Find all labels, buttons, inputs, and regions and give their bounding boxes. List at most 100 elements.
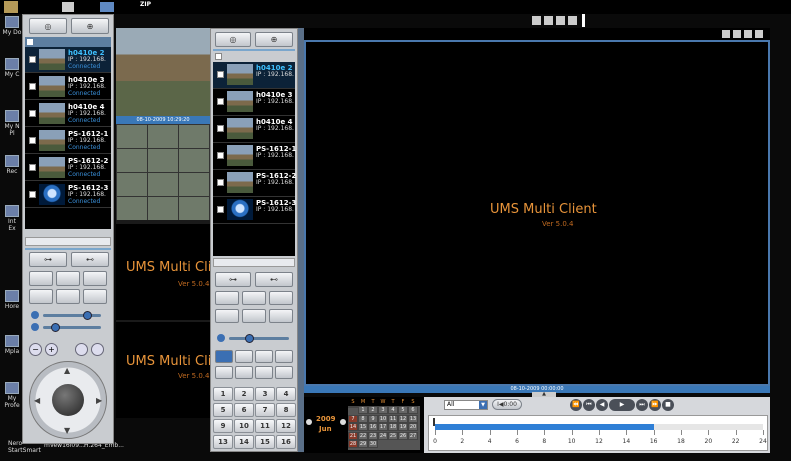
- zoom-in-button[interactable]: +: [45, 343, 58, 356]
- fast-forward-icon[interactable]: ⏩: [649, 399, 661, 411]
- list-item[interactable]: h0410e 3 IP : 192.168.: [213, 89, 295, 116]
- top-icon-2[interactable]: [62, 2, 74, 12]
- next-tool-button[interactable]: [269, 309, 293, 323]
- list-item[interactable]: h0410e 2 IP : 192.168.: [213, 62, 295, 89]
- channel-16-button[interactable]: 16: [276, 435, 296, 449]
- calendar-day[interactable]: 9: [368, 414, 378, 423]
- list-item[interactable]: h0410e 4 IP : 192.168.: [213, 116, 295, 143]
- checkbox[interactable]: [29, 137, 36, 144]
- zip-icon[interactable]: ZIP: [140, 1, 151, 8]
- disconnect-button[interactable]: ⊷: [71, 252, 109, 267]
- horizontal-scrollbar[interactable]: [213, 258, 295, 267]
- layout-10-button[interactable]: [255, 366, 273, 379]
- checkbox[interactable]: [217, 125, 224, 132]
- calendar-day[interactable]: 15: [358, 423, 368, 431]
- focus-near-button[interactable]: [75, 343, 88, 356]
- step-forward-icon[interactable]: ⏭: [636, 399, 648, 411]
- calendar-day[interactable]: 21: [348, 431, 358, 440]
- checkbox[interactable]: [217, 152, 224, 159]
- channel-13-button[interactable]: 13: [213, 435, 233, 449]
- calendar-day[interactable]: 2: [368, 406, 378, 414]
- ptz-joystick[interactable]: ▲ ▼ ◀ ▶: [29, 361, 107, 439]
- calendar-day[interactable]: 1: [358, 406, 368, 414]
- play-icon[interactable]: ▶: [609, 399, 635, 411]
- calendar-day[interactable]: 3: [378, 406, 388, 414]
- live-view-multi-grid[interactable]: [116, 124, 210, 220]
- checkbox[interactable]: [29, 191, 36, 198]
- volume-slider-handle[interactable]: [245, 334, 254, 343]
- prev-year-button[interactable]: [306, 419, 312, 425]
- brightness-slider[interactable]: [43, 314, 101, 317]
- record-tool-button[interactable]: [215, 291, 239, 305]
- list-item[interactable]: h0410e 2 IP : 192.168. Connected: [25, 47, 111, 73]
- layout-1-button[interactable]: [215, 350, 233, 363]
- list-item[interactable]: PS-1612-2 IP : 192.168.: [213, 170, 296, 197]
- horizontal-scrollbar[interactable]: [25, 237, 111, 246]
- desktop-icon-my-documents[interactable]: My Do: [2, 16, 22, 36]
- connect-button[interactable]: ⊶: [215, 272, 251, 287]
- live-view-tile-1[interactable]: UMS Multi Clie Ver 5.0.4: [116, 224, 219, 320]
- play-tool-button[interactable]: [242, 309, 266, 323]
- desktop-icon-profile[interactable]: My Profe: [2, 382, 22, 409]
- record-tool-button[interactable]: [29, 271, 53, 286]
- calendar-day[interactable]: 24: [378, 431, 388, 440]
- calendar-day[interactable]: 7: [348, 414, 358, 423]
- calendar-day[interactable]: 5: [398, 406, 408, 414]
- channel-3-button[interactable]: 3: [255, 387, 275, 401]
- desktop-icon-internet-explorer[interactable]: Int Ex: [2, 205, 22, 232]
- channel-6-button[interactable]: 6: [234, 403, 254, 417]
- calendar-day[interactable]: 23: [368, 431, 378, 440]
- layout-16-button[interactable]: [275, 350, 293, 363]
- connect-button[interactable]: ⊶: [29, 252, 67, 267]
- layout-9-button[interactable]: [255, 350, 273, 363]
- disconnect-button[interactable]: ⊷: [255, 272, 293, 287]
- channel-4-button[interactable]: 4: [276, 387, 296, 401]
- checkbox[interactable]: [217, 179, 224, 186]
- checkbox[interactable]: [217, 206, 224, 213]
- channel-8-button[interactable]: 8: [276, 403, 296, 417]
- channel-15-button[interactable]: 15: [255, 435, 275, 449]
- next-tool-button[interactable]: [83, 289, 107, 304]
- list-item[interactable]: PS-1612-1 IP : 192.168.: [213, 143, 296, 170]
- calendar-day[interactable]: 26: [398, 431, 408, 440]
- search-button[interactable]: ⊕: [255, 32, 293, 47]
- calendar-day[interactable]: 12: [398, 414, 408, 423]
- list-item[interactable]: PS-1612-3 IP : 192.168.: [213, 197, 296, 224]
- channel-5-button[interactable]: 5: [213, 403, 233, 417]
- list-item[interactable]: h0410e 4 IP : 192.168. Connected: [25, 101, 111, 127]
- main-video-view[interactable]: UMS Multi Client Ver 5.0.4: [304, 40, 770, 386]
- home-button[interactable]: ◎: [215, 32, 251, 47]
- calendar-day[interactable]: 6: [408, 406, 418, 414]
- layout-tool-button[interactable]: [269, 291, 293, 305]
- zoom-tool-button[interactable]: [242, 291, 266, 305]
- channel-12-button[interactable]: 12: [276, 419, 296, 433]
- maximize-icon[interactable]: [744, 30, 752, 38]
- calendar-day[interactable]: 14: [348, 423, 358, 431]
- ptz-down-icon[interactable]: ▼: [64, 426, 70, 435]
- snapshot-tool-button[interactable]: [56, 289, 80, 304]
- channel-7-button[interactable]: 7: [255, 403, 275, 417]
- calendar-day[interactable]: 29: [358, 440, 368, 448]
- channel-filter-select[interactable]: All ▼: [444, 400, 488, 410]
- calendar-day[interactable]: 18: [388, 423, 398, 431]
- channel-10-button[interactable]: 10: [234, 419, 254, 433]
- channel-14-button[interactable]: 14: [234, 435, 254, 449]
- layout-4-button[interactable]: [235, 350, 253, 363]
- desktop-icon-my-network[interactable]: My N Pl: [2, 110, 22, 137]
- select-all-checkbox[interactable]: [27, 39, 33, 45]
- home-button[interactable]: ◎: [29, 18, 67, 34]
- calendar-day[interactable]: 4: [388, 406, 398, 414]
- contrast-slider-handle[interactable]: [51, 323, 60, 332]
- layout-6-button[interactable]: [215, 366, 233, 379]
- list-item[interactable]: PS-1612-1 IP : 192.168. Connected: [25, 128, 111, 154]
- restore-icon[interactable]: [532, 16, 541, 25]
- list-item[interactable]: PS-1612-3 IP : 192.168. Connected: [25, 182, 111, 208]
- ptz-center-knob[interactable]: [52, 384, 84, 416]
- layout-13-button[interactable]: [275, 366, 293, 379]
- calendar-day[interactable]: 22: [358, 431, 368, 440]
- restore-icon[interactable]: [722, 30, 730, 38]
- select-all-checkbox[interactable]: [215, 53, 222, 60]
- calendar-day[interactable]: 16: [368, 423, 378, 431]
- volume-slider[interactable]: [229, 337, 289, 340]
- calendar-day[interactable]: 20: [408, 423, 418, 431]
